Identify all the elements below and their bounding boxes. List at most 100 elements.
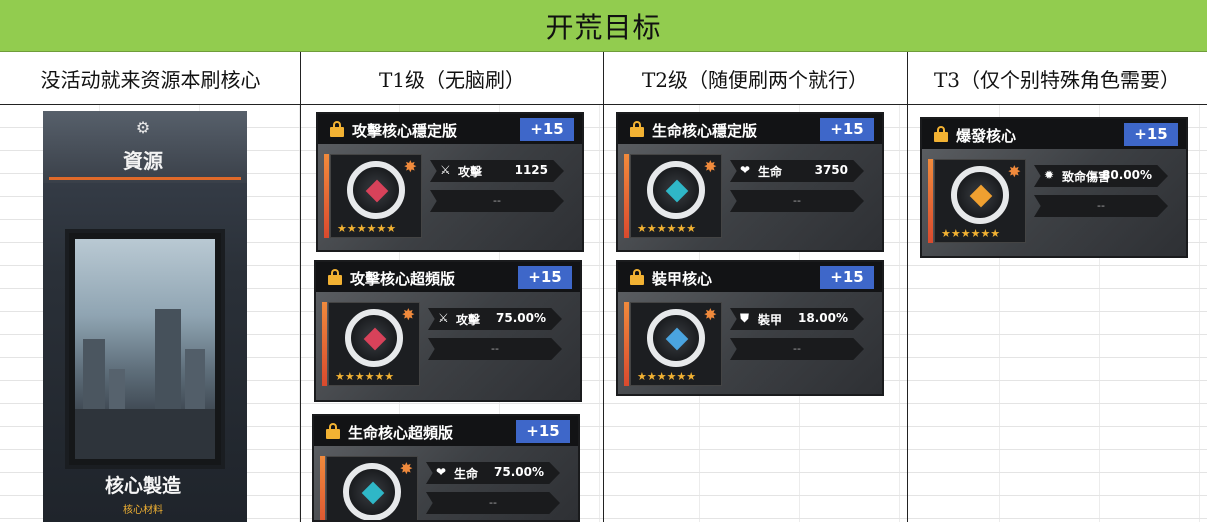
card-body: ✸ ★★★★★★ ⚔ 攻擊 75.00% -- [316, 292, 580, 400]
rarity-accent [928, 159, 933, 243]
core-name: 生命核心穩定版 [652, 122, 758, 140]
core-card[interactable]: 生命核心超頻版 +15 ✸ ★★★★★★ ❤ 生命 75.00% -- [312, 414, 580, 522]
stat-value: 1125 [514, 163, 548, 177]
secondary-stat: -- [1034, 195, 1168, 217]
star-rating: ★★★★★★ [941, 227, 1001, 240]
secondary-stat: -- [730, 338, 864, 360]
resource-title: 資源 [123, 149, 163, 173]
lock-icon[interactable] [326, 423, 340, 439]
stat-label: 生命 [454, 467, 479, 481]
core-gem-icon [665, 179, 689, 203]
core-portrait: ✸ ★★★★★★ [328, 302, 420, 386]
stat-icon: ⚔ [440, 163, 451, 177]
main-stat: ⚔ 攻擊 75.00% [428, 308, 562, 330]
core-card[interactable]: 攻擊核心穩定版 +15 ✸ ★★★★★★ ⚔ 攻擊 1125 -- [316, 112, 584, 252]
secondary-stat-value: -- [793, 194, 801, 207]
core-portrait: ✸ ★★★★★★ [630, 302, 722, 386]
column-divider [300, 52, 301, 522]
sheet-title: 开荒目标 [0, 0, 1207, 52]
resource-emblem-icon: ⚙ [135, 118, 151, 137]
card-header: 生命核心穩定版 +15 [618, 114, 882, 144]
column-header-t1[interactable]: T1级（无脑刷） [301, 52, 603, 105]
lock-icon[interactable] [630, 269, 644, 285]
card-header: 爆發核心 +15 [922, 119, 1186, 149]
column-header-t3[interactable]: T3（仅个别特殊角色需要） [907, 52, 1207, 105]
card-body: ✸ ★★★★★★ ❤ 生命 3750 -- [618, 144, 882, 250]
core-portrait: ✸ ★★★★★★ [630, 154, 722, 238]
main-stat: ⛊ 裝甲 18.00% [730, 308, 864, 330]
stat-icon: ❤ [740, 163, 751, 177]
level-badge: +15 [518, 266, 572, 289]
core-gem-icon [363, 327, 387, 351]
lock-icon[interactable] [328, 269, 342, 285]
spark-icon: ✸ [401, 305, 415, 324]
rarity-accent [624, 302, 629, 386]
card-header: 攻擊核心超頻版 +15 [316, 262, 580, 292]
level-badge: +15 [520, 118, 574, 141]
level-badge: +15 [516, 420, 570, 443]
secondary-stat: -- [730, 190, 864, 212]
card-body: ✸ ★★★★★★ ⚔ 攻擊 1125 -- [318, 144, 582, 250]
level-badge: +15 [820, 118, 874, 141]
stat-label: 攻擊 [458, 165, 483, 179]
stat-value: 18.00% [798, 311, 848, 325]
stat-icon: ✹ [1044, 168, 1055, 182]
card-body: ✸ ★★★★★★ ❤ 生命 75.00% -- [314, 446, 578, 520]
secondary-stat-value: -- [793, 342, 801, 355]
secondary-stat: -- [426, 492, 560, 514]
spark-icon: ✸ [703, 305, 717, 324]
core-name: 裝甲核心 [652, 270, 713, 288]
star-rating: ★★★★★★ [337, 222, 397, 235]
resource-artwork-frame [65, 229, 225, 469]
core-card[interactable]: 爆發核心 +15 ✸ ★★★★★★ ✹ 致命傷害 80.00% -- [920, 117, 1188, 258]
spark-icon: ✸ [403, 157, 417, 176]
rarity-accent [324, 154, 329, 238]
column-divider [907, 52, 908, 522]
core-card[interactable]: 裝甲核心 +15 ✸ ★★★★★★ ⛊ 裝甲 18.00% -- [616, 260, 884, 396]
core-card[interactable]: 攻擊核心超頻版 +15 ✸ ★★★★★★ ⚔ 攻擊 75.00% -- [314, 260, 582, 402]
core-icon [343, 463, 401, 520]
core-icon [347, 161, 405, 219]
core-portrait: ✸ ★★★★★★ [330, 154, 422, 238]
core-gem-icon [969, 184, 993, 208]
stat-icon: ❤ [436, 465, 447, 479]
stat-value: 75.00% [494, 465, 544, 479]
resource-divider [49, 177, 241, 180]
stat-value: 80.00% [1102, 168, 1152, 182]
resource-panel-image[interactable]: ⚙ 資源 核心製造 核心材料 [43, 111, 247, 522]
rarity-accent [322, 302, 327, 386]
lock-icon[interactable] [630, 121, 644, 137]
secondary-stat-value: -- [491, 342, 499, 355]
column-header-resource[interactable]: 没活动就来资源本刷核心 [0, 52, 301, 105]
lock-icon[interactable] [934, 126, 948, 142]
main-stat: ❤ 生命 3750 [730, 160, 864, 182]
secondary-stat-value: -- [493, 194, 501, 207]
core-name: 攻擊核心超頻版 [350, 270, 456, 288]
core-name: 生命核心超頻版 [348, 424, 454, 442]
core-icon [951, 166, 1009, 224]
stat-label: 攻擊 [456, 313, 481, 327]
lock-icon[interactable] [330, 121, 344, 137]
core-name: 爆發核心 [956, 127, 1017, 145]
core-gem-icon [361, 481, 385, 505]
resource-name: 核心製造 [104, 475, 181, 497]
core-card[interactable]: 生命核心穩定版 +15 ✸ ★★★★★★ ❤ 生命 3750 -- [616, 112, 884, 252]
core-portrait: ✸ ★★★★★★ [326, 456, 418, 520]
secondary-stat: -- [428, 338, 562, 360]
star-rating: ★★★★★★ [335, 370, 395, 383]
spark-icon: ✸ [399, 459, 413, 478]
city-ruins-artwork [75, 239, 215, 459]
core-icon [647, 309, 705, 367]
core-portrait: ✸ ★★★★★★ [934, 159, 1026, 243]
stat-label: 裝甲 [758, 313, 783, 327]
column-header-t2[interactable]: T2级（随便刷两个就行） [603, 52, 907, 105]
secondary-stat: -- [430, 190, 564, 212]
spark-icon: ✸ [1007, 162, 1021, 181]
card-header: 裝甲核心 +15 [618, 262, 882, 292]
card-header: 攻擊核心穩定版 +15 [318, 114, 582, 144]
star-rating: ★★★★★★ [637, 222, 697, 235]
core-gem-icon [365, 179, 389, 203]
stat-label: 生命 [758, 165, 783, 179]
stat-icon: ⛊ [740, 311, 750, 325]
level-badge: +15 [820, 266, 874, 289]
